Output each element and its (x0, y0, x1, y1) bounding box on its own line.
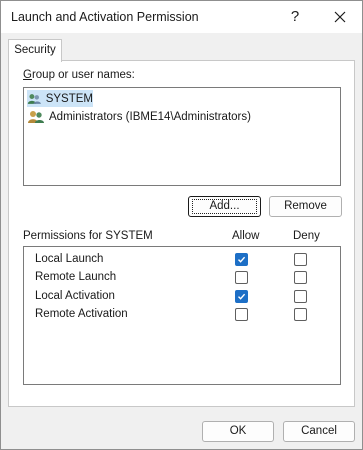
close-icon (334, 11, 346, 23)
remove-button-label: Remove (284, 200, 327, 212)
users-icon (28, 110, 44, 123)
add-button[interactable]: Add... (188, 196, 261, 217)
tab-security[interactable]: Security (8, 39, 62, 62)
group-names-label-text: roup or user names: (31, 69, 135, 81)
perm-name: Remote Activation (35, 308, 128, 320)
allow-header: Allow (232, 230, 260, 242)
group-names-label-underline: G (23, 69, 32, 81)
allow-checkbox[interactable] (235, 290, 248, 303)
permissions-list: Local Launch Remote Launch Local Activat… (23, 246, 341, 385)
list-item-label: Administrators (IBME14\Administrators) (49, 110, 251, 123)
perm-row-local-launch: Local Launch (24, 251, 340, 269)
perm-row-local-activation: Local Activation (24, 288, 340, 306)
group-names-label: Group or user names: (23, 69, 135, 81)
checkmark-icon (238, 293, 246, 300)
cancel-button[interactable]: Cancel (283, 421, 355, 442)
checkmark-icon (238, 256, 246, 263)
deny-checkbox[interactable] (294, 290, 307, 303)
users-icon (27, 93, 41, 104)
ok-button[interactable]: OK (202, 421, 274, 442)
deny-checkbox[interactable] (294, 253, 307, 266)
perm-row-remote-activation: Remote Activation (24, 306, 340, 324)
help-button[interactable]: ? (282, 4, 308, 30)
list-item-label: SYSTEM (45, 92, 93, 105)
perm-name: Remote Launch (35, 271, 117, 283)
remove-button[interactable]: Remove (269, 196, 342, 217)
list-item-administrators[interactable]: Administrators (IBME14\Administrators) (27, 108, 251, 125)
deny-header: Deny (293, 230, 320, 242)
window-title: Launch and Activation Permission (11, 10, 199, 24)
permissions-label: Permissions for SYSTEM (23, 230, 153, 242)
perm-name: Local Activation (35, 290, 115, 302)
list-item-system[interactable]: SYSTEM (27, 90, 93, 107)
perm-row-remote-launch: Remote Launch (24, 269, 340, 287)
group-names-list[interactable]: SYSTEM Administrators (IBME14\Administra… (23, 87, 341, 186)
allow-checkbox[interactable] (235, 253, 248, 266)
focus-rect (192, 199, 257, 214)
title-bar[interactable]: Launch and Activation Permission ? (1, 1, 362, 33)
perm-name: Local Launch (35, 253, 104, 265)
permission-dialog: Launch and Activation Permission ? Secur… (0, 0, 363, 450)
allow-checkbox[interactable] (235, 271, 248, 284)
deny-checkbox[interactable] (294, 308, 307, 321)
deny-checkbox[interactable] (294, 271, 307, 284)
close-button[interactable] (326, 4, 354, 30)
ok-button-label: OK (229, 425, 247, 437)
security-panel: Group or user names: SYSTEM Administrato… (8, 60, 355, 407)
cancel-button-label: Cancel (301, 425, 337, 437)
allow-checkbox[interactable] (235, 308, 248, 321)
